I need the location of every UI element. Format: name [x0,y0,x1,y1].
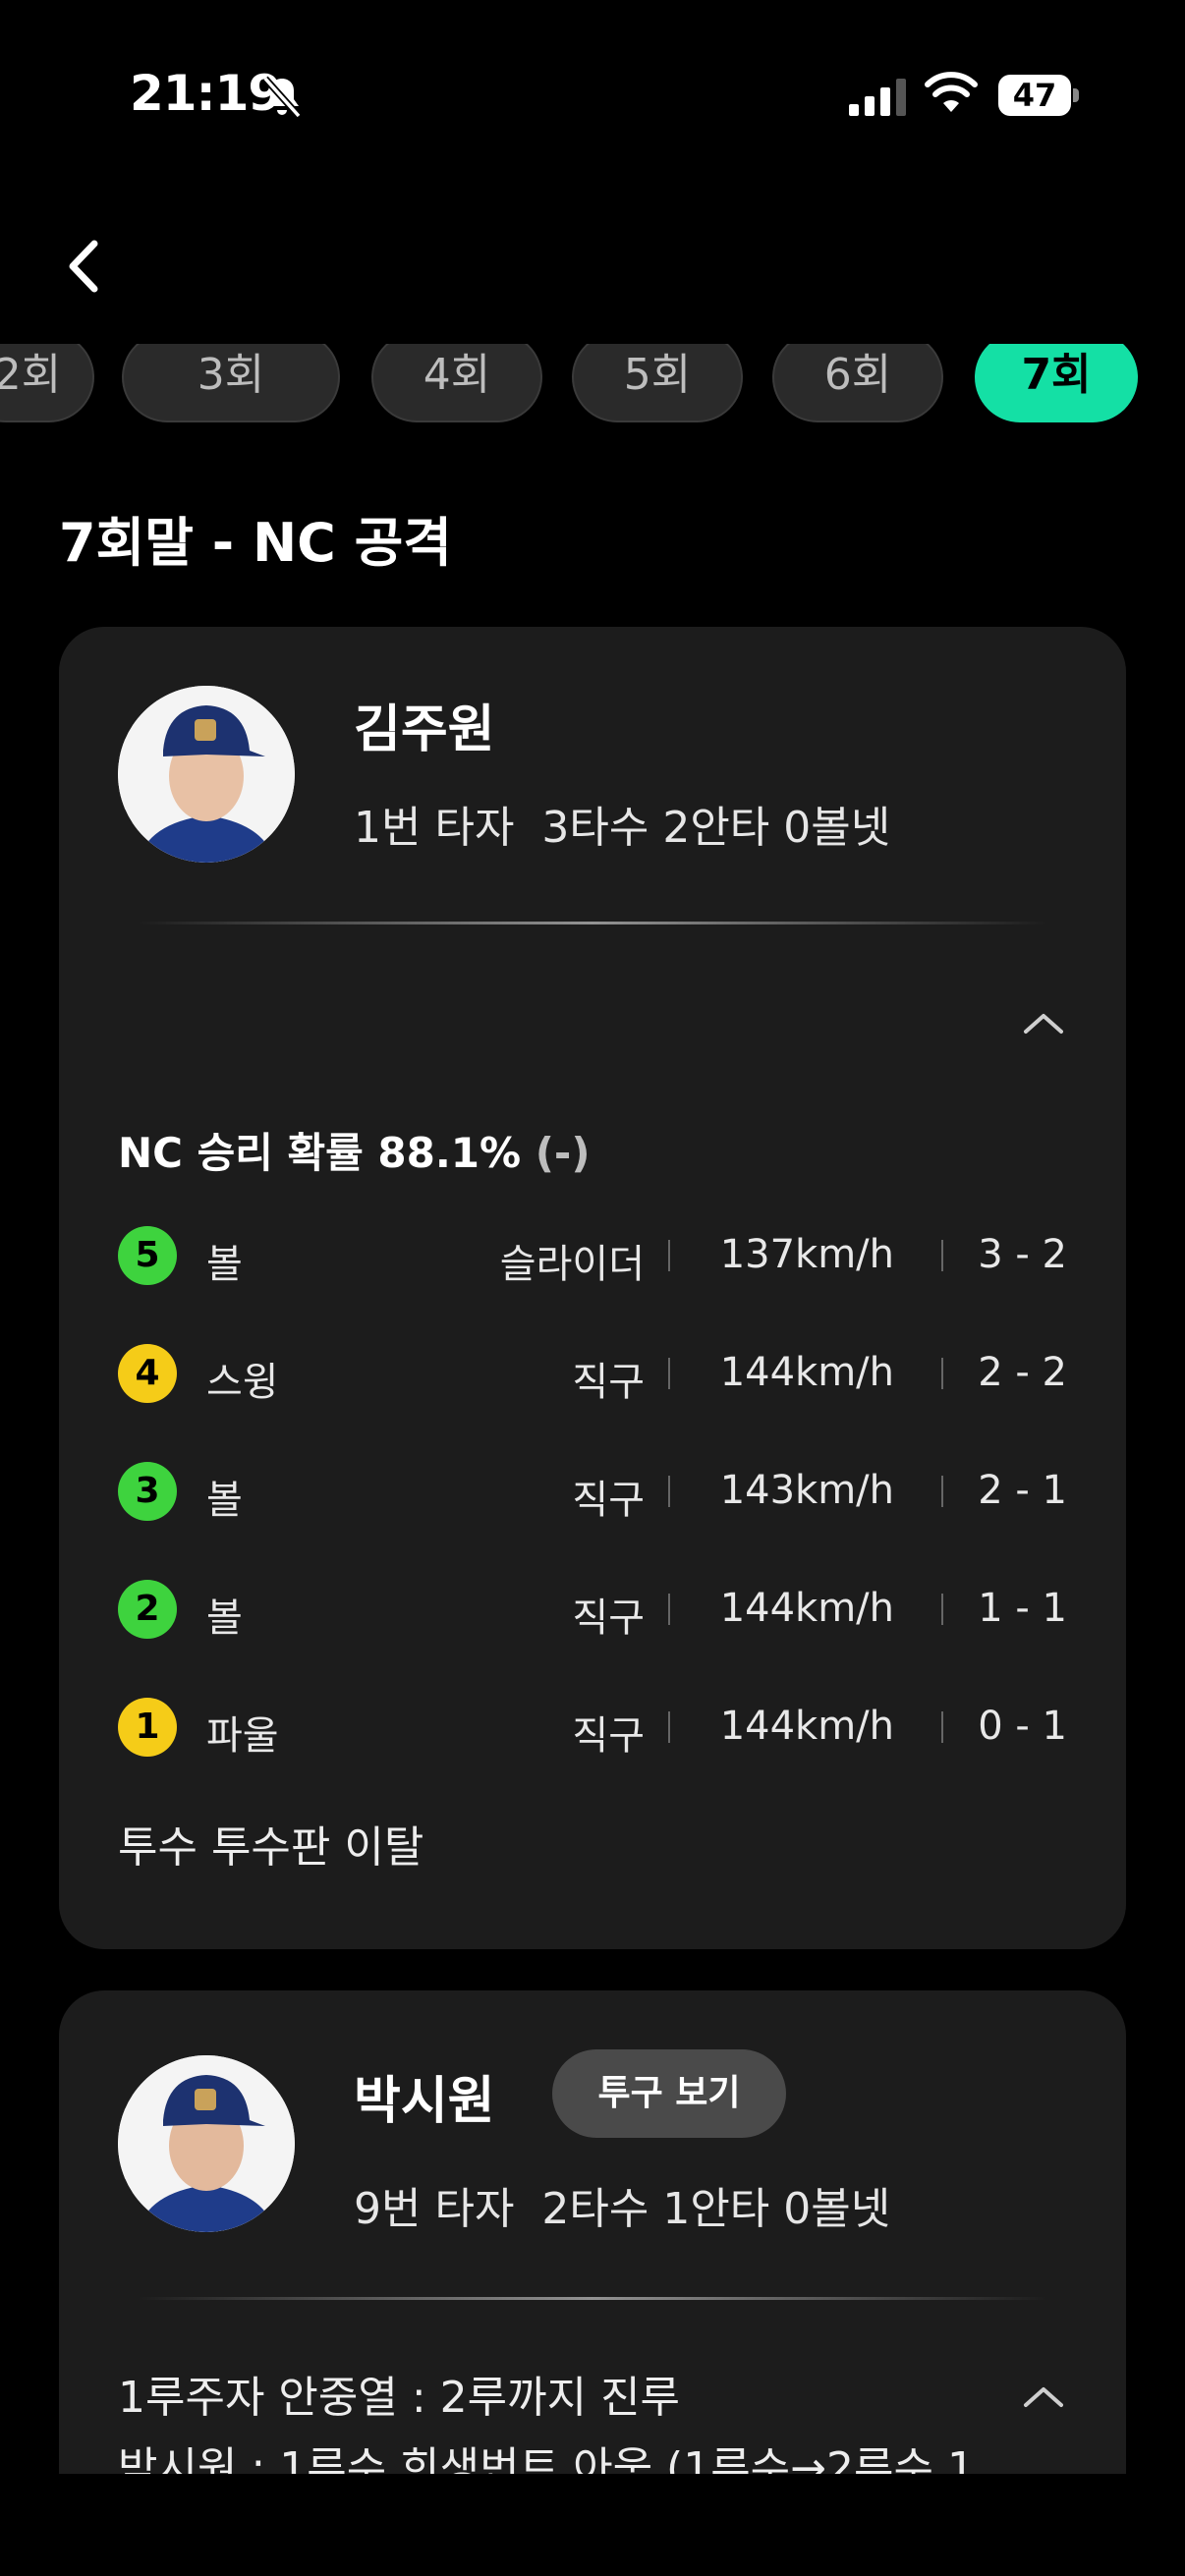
status-bar: 21:19 47 [0,0,1185,187]
pitch-count: 2 - 1 [978,1468,1067,1513]
separator [668,1711,670,1743]
tab-inning-2[interactable]: 2회 [0,344,94,422]
battery-cap [1073,88,1079,102]
player-name: 박시원 [354,2072,495,2131]
pitch-row: 2 볼 직구 144km/h 1 - 1 [118,1580,1067,1641]
player-avatar [118,2055,295,2232]
separator [941,1476,943,1507]
bell-slash-icon [262,76,302,119]
pitch-count: 1 - 1 [978,1586,1067,1631]
back-button[interactable] [55,232,114,301]
pitch-row: 1 파울 직구 144km/h 0 - 1 [118,1698,1067,1759]
divider [138,2297,1047,2300]
pitch-number-badge: 5 [118,1226,177,1285]
pitch-row: 4 스윙 직구 144km/h 2 - 2 [118,1344,1067,1405]
win-probability-value: NC 승리 확률 88.1% [118,1129,522,1177]
pitch-number-badge: 1 [118,1698,177,1757]
pitch-row: 3 볼 직구 143km/h 2 - 1 [118,1462,1067,1523]
wifi-icon [925,72,978,112]
divider [138,922,1047,924]
event-text: 박시원 : 1루수 희생번트 아웃 (1루수→2루수 1 [118,2443,975,2474]
separator [668,1240,670,1271]
page: 21:19 47 2회 3회 4회 5회 6회 7회 7회말 - NC 공격 김… [0,0,1185,2576]
pitch-type: 슬라이더 [499,1242,645,1287]
tab-inning-7[interactable]: 7회 [975,344,1138,422]
player-stats: 1번 타자 3타수 2안타 0볼넷 [354,803,891,853]
pitch-type: 직구 [572,1360,645,1405]
pitch-count: 3 - 2 [978,1232,1067,1277]
tab-inning-4[interactable]: 4회 [371,344,542,422]
pitch-speed: 137km/h [719,1232,894,1277]
win-probability: NC 승리 확률 88.1% (-) [118,1120,591,1180]
view-pitch-button[interactable]: 투구 보기 [552,2049,786,2138]
pitch-count: 2 - 2 [978,1350,1067,1395]
inning-tabs: 2회 3회 4회 5회 6회 7회 [0,344,1185,422]
pitch-result: 볼 [206,1596,243,1641]
separator [668,1594,670,1625]
player-avatar [118,686,295,863]
pitch-result: 볼 [206,1478,243,1523]
pitch-type: 직구 [572,1478,645,1523]
pitch-type: 직구 [572,1713,645,1759]
player-stats: 9번 타자 2타수 1안타 0볼넷 [354,2184,891,2234]
pitch-number-badge: 2 [118,1580,177,1639]
pitch-speed: 143km/h [719,1468,894,1513]
batter-card: 박시원 투구 보기 9번 타자 2타수 1안타 0볼넷 1루주자 안중열 : 2… [59,1990,1126,2474]
pitch-row: 5 볼 슬라이더 137km/h 3 - 2 [118,1226,1067,1287]
player-name: 김주원 [354,700,495,759]
separator [941,1358,943,1389]
battery-level: 47 [998,75,1071,116]
chevron-up-icon[interactable] [1020,1008,1067,1037]
tab-inning-5[interactable]: 5회 [572,344,743,422]
tab-inning-3[interactable]: 3회 [122,344,340,422]
separator [941,1240,943,1271]
pitch-type: 직구 [572,1596,645,1641]
battery-icon: 47 [998,75,1079,116]
chevron-up-icon[interactable] [1020,2381,1067,2411]
pitch-number-badge: 3 [118,1462,177,1521]
pitch-speed: 144km/h [719,1350,894,1395]
pitch-number-badge: 4 [118,1344,177,1403]
pitch-speed: 144km/h [719,1704,894,1749]
separator [941,1594,943,1625]
bottom-mask [0,2474,1185,2576]
event-text: 투수 투수판 이탈 [118,1822,424,1873]
section-title: 7회말 - NC 공격 [59,512,452,574]
batter-card: 김주원 1번 타자 3타수 2안타 0볼넷 NC 승리 확률 88.1% (-)… [59,627,1126,1949]
pitch-result: 스윙 [206,1360,279,1405]
pitch-result: 볼 [206,1242,243,1287]
pitch-speed: 144km/h [719,1586,894,1631]
separator [668,1358,670,1389]
pitch-result: 파울 [206,1713,279,1759]
win-probability-delta: (-) [535,1129,591,1177]
separator [941,1711,943,1743]
signal-icon [849,79,906,116]
pitch-count: 0 - 1 [978,1704,1067,1749]
event-text: 1루주자 안중열 : 2루까지 진루 [118,2373,681,2423]
separator [668,1476,670,1507]
tab-inning-6[interactable]: 6회 [772,344,943,422]
